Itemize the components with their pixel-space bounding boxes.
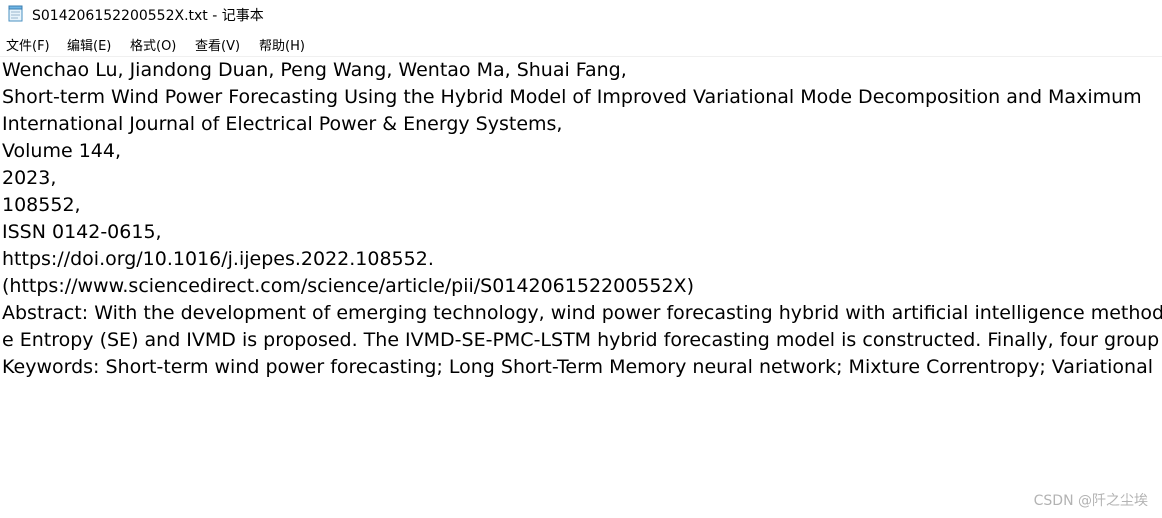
text-line: https://doi.org/10.1016/j.ijepes.2022.10… (2, 248, 434, 270)
menu-view[interactable]: 查看(V) (195, 35, 240, 54)
text-line: Volume 144, (2, 140, 122, 162)
text-line: Abstract: With the development of emergi… (2, 302, 1162, 324)
text-line: (https://www.sciencedirect.com/science/a… (2, 275, 694, 297)
text-line: e Entropy (SE) and IVMD is proposed. The… (2, 329, 1160, 351)
text-editor-area[interactable]: Wenchao Lu, Jiandong Duan, Peng Wang, We… (0, 57, 1162, 518)
menu-format[interactable]: 格式(O) (130, 35, 176, 54)
text-line: 2023, (2, 167, 57, 189)
notepad-icon (7, 5, 25, 22)
menu-help[interactable]: 帮助(H) (259, 35, 305, 54)
menu-bar: 文件(F) 编辑(E) 格式(O) 查看(V) 帮助(H) (0, 33, 1162, 55)
window-title: S014206152200552X.txt - 记事本 (32, 8, 264, 24)
title-bar: S014206152200552X.txt - 记事本 (0, 0, 1162, 30)
menu-edit[interactable]: 编辑(E) (67, 35, 111, 54)
text-line: Short-term Wind Power Forecasting Using … (2, 86, 1142, 108)
watermark: CSDN @阡之尘埃 (1033, 493, 1148, 509)
text-line: International Journal of Electrical Powe… (2, 113, 563, 135)
menu-file[interactable]: 文件(F) (6, 35, 50, 54)
text-line: Wenchao Lu, Jiandong Duan, Peng Wang, We… (2, 59, 627, 81)
notepad-window: S014206152200552X.txt - 记事本 文件(F) 编辑(E) … (0, 0, 1162, 518)
text-line: 108552, (2, 194, 81, 216)
text-line: Keywords: Short-term wind power forecast… (2, 356, 1154, 378)
text-line: ISSN 0142-0615, (2, 221, 162, 243)
